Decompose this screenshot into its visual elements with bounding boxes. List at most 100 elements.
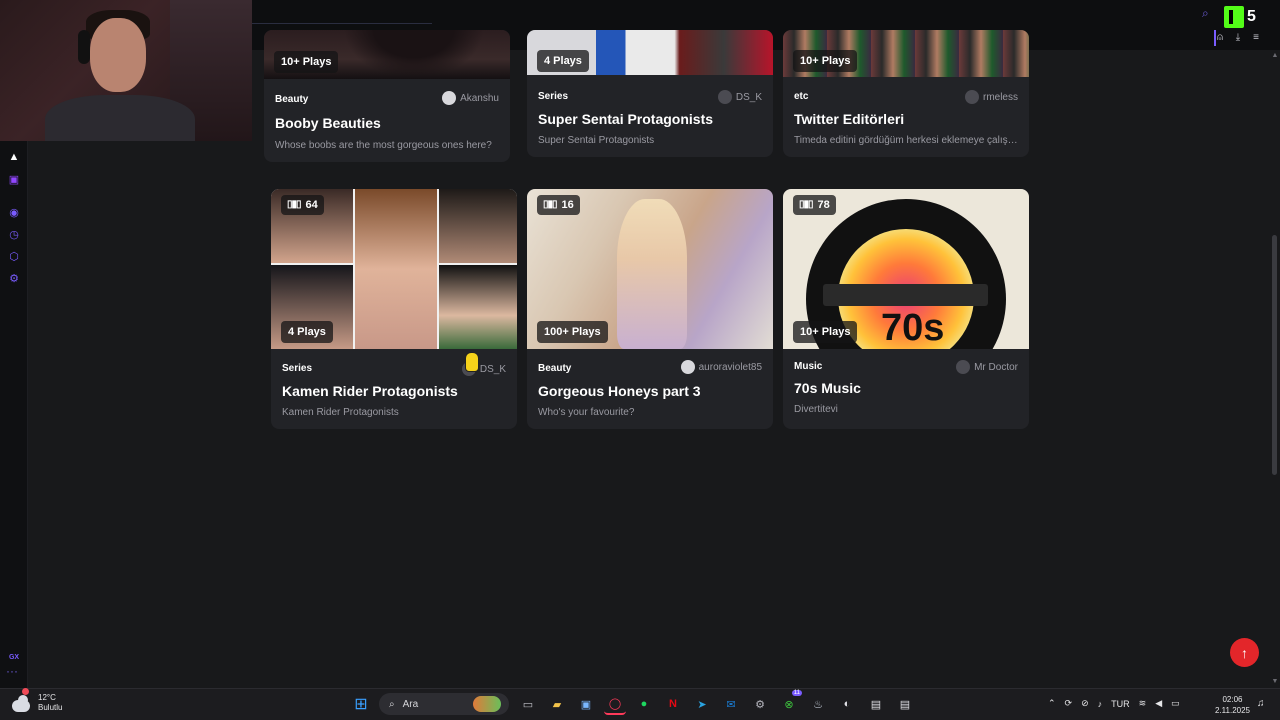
user-avatar-icon: [680, 360, 695, 374]
quiz-card[interactable]: 4 Plays Series DS_K Super Sentai Protago…: [527, 30, 773, 157]
quiz-description: Whose boobs are the most gorgeous ones h…: [275, 140, 492, 151]
quiz-title: Kamen Rider Protagonists: [282, 383, 458, 399]
wifi-icon[interactable]: ≋: [1139, 698, 1147, 709]
search-icon[interactable]: ⌕: [1202, 6, 1209, 21]
twitch-icon[interactable]: ▣: [7, 172, 21, 186]
author-name: auroraviolet85: [698, 361, 762, 373]
quiz-description: Divertitevi: [794, 404, 838, 415]
author-name: DS_K: [479, 363, 506, 375]
quiz-title: 70s Music: [794, 380, 861, 396]
author-name: Mr Doctor: [974, 361, 1018, 373]
user-avatar-icon: [442, 91, 457, 105]
menu-icon[interactable]: ≡: [1250, 32, 1262, 43]
gx-corner-label[interactable]: GX: [7, 650, 21, 664]
category-label: Beauty: [538, 363, 572, 374]
scroll-up-icon[interactable]: ▲: [1271, 52, 1279, 59]
more-icon[interactable]: ···: [6, 664, 18, 678]
item-count: 64: [305, 199, 318, 211]
settings-icon[interactable]: ⚙: [7, 271, 21, 285]
cards-stack-icon: ▯▮▯: [799, 199, 813, 210]
item-count: 78: [817, 199, 830, 211]
kick-logo-icon: [1224, 6, 1244, 28]
plays-badge: 10+ Plays: [274, 51, 339, 73]
search-highlight-icon: [473, 696, 501, 712]
category-label: etc: [794, 91, 809, 102]
netflix-icon[interactable]: N: [662, 693, 684, 715]
quiz-description: Kamen Rider Protagonists: [282, 407, 399, 418]
sync-icon[interactable]: ⟳: [1065, 698, 1073, 709]
xbox-icon[interactable]: ⊗ 11: [778, 690, 802, 715]
quiz-card[interactable]: 70s ▯▮▯ 78 10+ Plays Music Mr Doctor 70s…: [783, 189, 1029, 429]
store-icon[interactable]: ▣: [575, 693, 597, 715]
notification-badge: 11: [791, 690, 802, 696]
user-avatar-icon: [956, 360, 971, 374]
quiz-description: Timeda editini gördüğüm herkesi eklemeye…: [794, 135, 1020, 146]
pinned-app-icon[interactable]: ▤: [865, 693, 887, 715]
category-label: Beauty: [275, 94, 309, 105]
hand-cursor-icon: [465, 352, 479, 372]
windows-start-icon[interactable]: ⊞: [350, 693, 372, 715]
screen: ▲ ▣ ◉ ◷ ⬡ ⚙ GX ··· 10+ Plays Beauty Akan…: [0, 0, 1280, 720]
pinned-app-2-icon[interactable]: ▤: [894, 693, 916, 715]
aria-icon[interactable]: ▲: [7, 150, 21, 164]
item-count: 16: [561, 199, 574, 211]
download-icon[interactable]: ⤓: [1232, 32, 1244, 43]
notifications-icon[interactable]: ♫: [1257, 698, 1265, 709]
quiz-title: Booby Beauties: [275, 115, 381, 131]
quiz-card[interactable]: ▯▮▯ 16 100+ Plays Beauty auroraviolet85 …: [527, 189, 773, 429]
weather-condition: Bulutlu: [38, 703, 63, 712]
quiz-title: Twitter Editörleri: [794, 111, 905, 127]
cards-stack-icon: ▯▮▯: [543, 199, 557, 210]
outlook-icon[interactable]: ✉: [720, 693, 742, 715]
weather-widget[interactable]: 12°C Bulutlu: [12, 688, 63, 713]
player-icon[interactable]: ◉: [7, 205, 21, 219]
top-bar-divider: [252, 23, 432, 24]
author-name: DS_K: [735, 91, 762, 103]
taskbar-clock[interactable]: 02:06 2.11.2025: [1215, 694, 1250, 716]
plays-badge: 100+ Plays: [537, 321, 608, 343]
spotify-icon[interactable]: ●: [633, 693, 655, 715]
obs-icon[interactable]: ◐: [836, 693, 858, 715]
plays-badge: 10+ Plays: [793, 321, 858, 343]
scroll-to-top-button[interactable]: ↑: [1230, 638, 1259, 667]
system-tray: ⌃ ⟳ ⊘ ♪ TUR ≋ ◀ ▭: [1048, 698, 1180, 709]
file-explorer-icon[interactable]: ▰: [546, 693, 568, 715]
chevron-up-icon[interactable]: ⌃: [1048, 698, 1056, 709]
browser-toolbar-icons: ⍝ ⤓ ≡: [1214, 32, 1262, 43]
author-info[interactable]: auroraviolet85: [680, 360, 762, 374]
history-icon[interactable]: ◷: [7, 227, 21, 241]
telegram-icon[interactable]: ➤: [691, 693, 713, 715]
category-label: Music: [794, 361, 823, 372]
task-view-icon[interactable]: ▭: [517, 693, 539, 715]
volume-icon[interactable]: ◀: [1155, 698, 1162, 709]
account-icon[interactable]: ⍝: [1214, 32, 1226, 43]
user-avatar-icon: [964, 90, 979, 104]
opera-gx-icon[interactable]: ◯: [604, 693, 626, 715]
quiz-title: Super Sentai Protagonists: [538, 111, 714, 127]
scrollbar-thumb[interactable]: [1272, 235, 1277, 475]
battery-icon[interactable]: ▭: [1171, 698, 1180, 709]
quiz-card[interactable]: 10+ Plays Beauty Akanshu Booby Beauties …: [264, 30, 510, 162]
cloudy-weather-icon: [12, 688, 32, 712]
scroll-down-icon[interactable]: ▼: [1271, 678, 1279, 685]
author-info[interactable]: rmeless: [964, 90, 1018, 104]
taskbar-search[interactable]: ⌕ Ara: [379, 693, 509, 715]
steam-icon[interactable]: ♨: [807, 693, 829, 715]
microphone-icon[interactable]: ♪: [1098, 699, 1103, 709]
author-name: rmeless: [982, 91, 1018, 103]
keyboard-language[interactable]: TUR: [1111, 699, 1130, 709]
user-avatar-icon: [717, 90, 732, 104]
vpn-icon[interactable]: ⊘: [1081, 698, 1089, 709]
arrow-up-icon: ↑: [1241, 644, 1248, 661]
quiz-title: Gorgeous Honeys part 3: [538, 383, 701, 399]
seventies-graphic: 70s: [881, 307, 945, 349]
quiz-description: Super Sentai Protagonists: [538, 135, 655, 146]
plays-badge: 4 Plays: [281, 321, 333, 343]
settings-gear-icon[interactable]: ⚙: [749, 693, 771, 715]
quiz-card[interactable]: 10+ Plays etc rmeless Twitter Editörleri…: [783, 30, 1029, 157]
author-info[interactable]: Mr Doctor: [956, 360, 1018, 374]
quiz-card[interactable]: ▯▮▯ 64 4 Plays Series DS_K Kamen Rider P…: [271, 189, 517, 429]
extensions-icon[interactable]: ⬡: [7, 249, 21, 263]
author-info[interactable]: DS_K: [717, 90, 762, 104]
author-info[interactable]: Akanshu: [442, 91, 499, 105]
